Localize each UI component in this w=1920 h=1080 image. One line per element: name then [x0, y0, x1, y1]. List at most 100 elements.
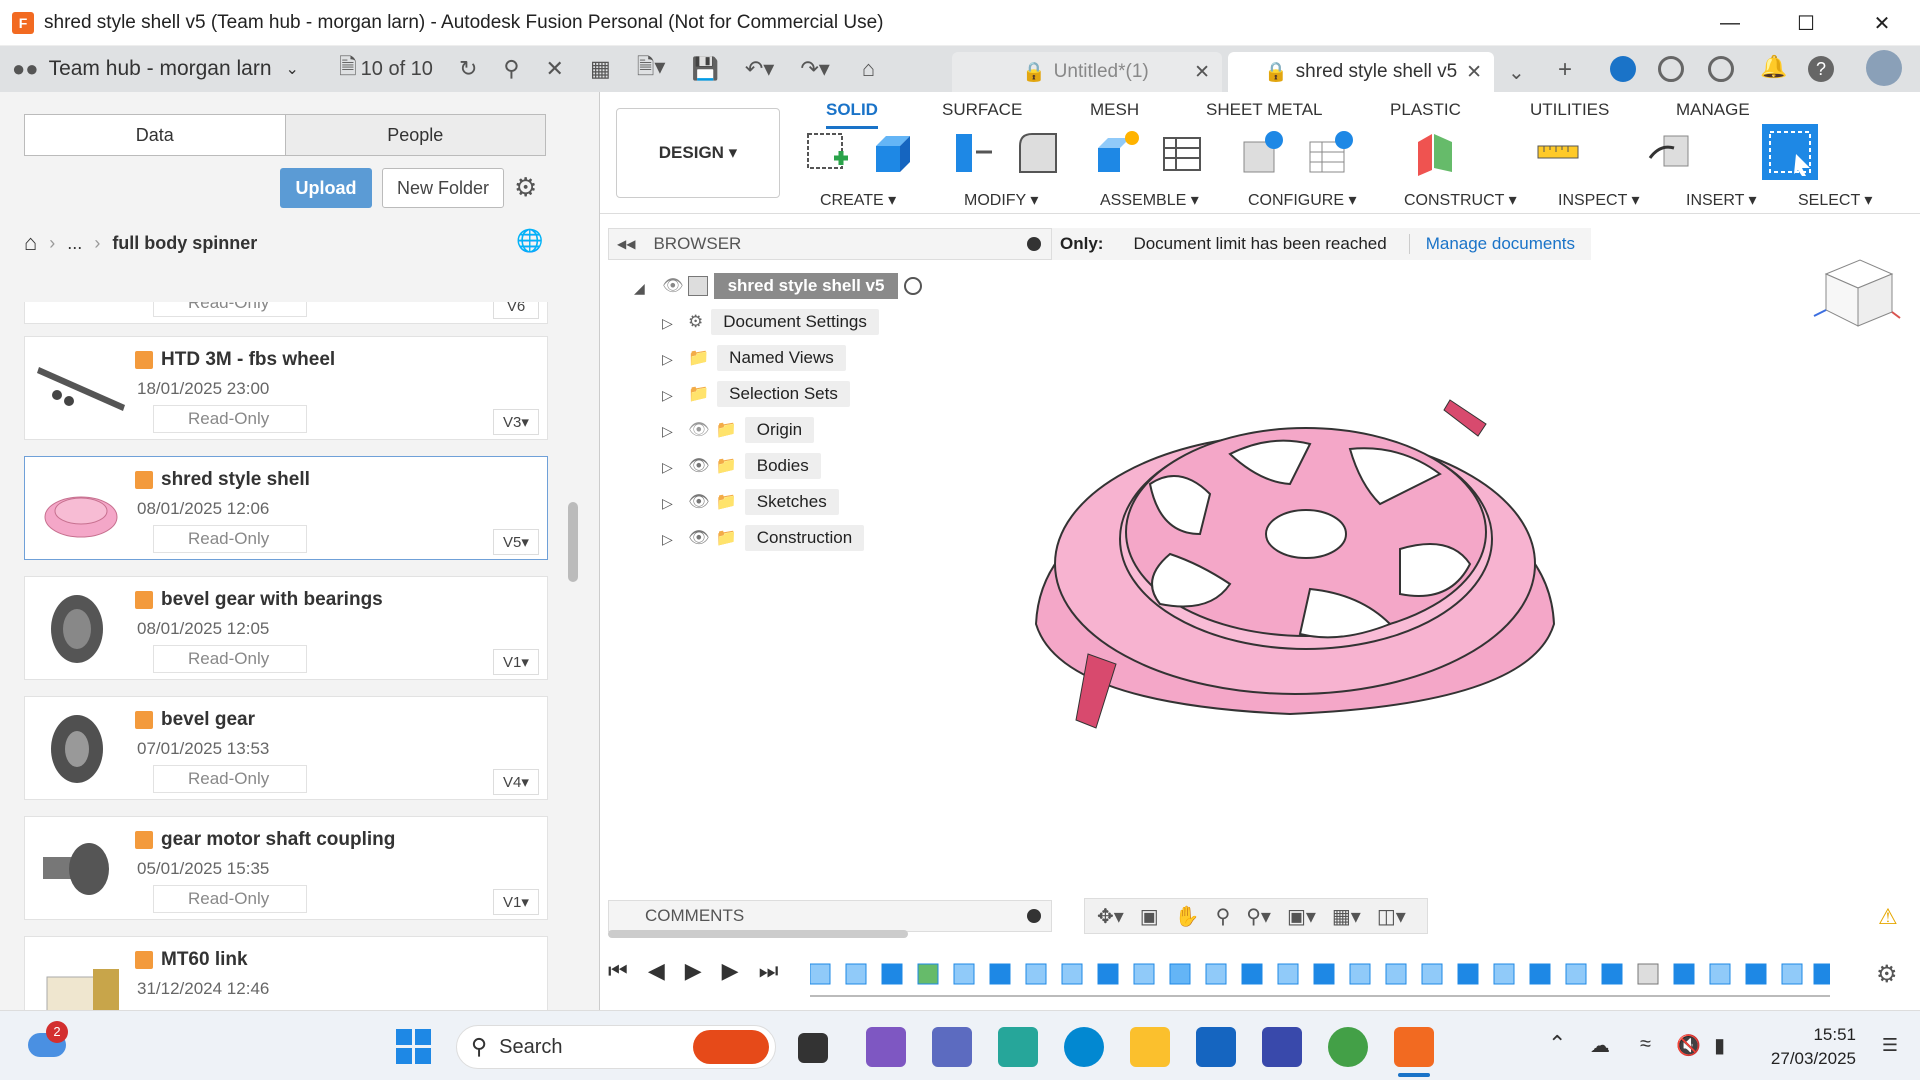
cloud-sync-icon[interactable]: ☁	[1590, 1033, 1610, 1058]
close-tab-icon[interactable]: ✕	[1466, 61, 1482, 84]
new-component-icon[interactable]	[1094, 128, 1142, 176]
help-icon[interactable]: ?	[1808, 56, 1834, 82]
version-dropdown[interactable]: V1 ▾	[493, 649, 539, 675]
tab-plastic[interactable]: PLASTIC	[1390, 100, 1461, 120]
tree-construction[interactable]: 👁 📁 Construction	[688, 524, 865, 552]
new-tab-icon[interactable]: +	[1558, 56, 1572, 84]
tree-selection-sets[interactable]: 📁 Selection Sets	[688, 380, 850, 408]
tab-overflow-icon[interactable]: ⌄	[1508, 60, 1525, 85]
file-menu-icon[interactable]: 🗎▾	[637, 50, 666, 88]
avatar[interactable]	[1866, 50, 1902, 86]
tab-utilities[interactable]: UTILITIES	[1530, 100, 1609, 120]
expand-arrow-icon[interactable]: ▷	[662, 459, 673, 476]
refresh-icon[interactable]: ↻	[459, 56, 477, 82]
volume-muted-icon[interactable]: 🔇	[1676, 1033, 1701, 1058]
maximize-icon[interactable]: ☐	[1768, 0, 1844, 46]
skip-end-icon[interactable]: ⏭	[759, 958, 779, 984]
store-icon[interactable]	[1262, 1027, 1302, 1067]
job-status-icon[interactable]	[1610, 56, 1636, 82]
file-name[interactable]: MT60 link	[135, 949, 248, 971]
fit-icon[interactable]: ⚲▾	[1246, 904, 1271, 929]
file-name[interactable]: shred style shell	[135, 469, 310, 491]
extensions-icon[interactable]	[1658, 56, 1684, 82]
list-item[interactable]: HTD 3M - fbs wheel 18/01/2025 23:00 Read…	[24, 336, 548, 440]
collapse-arrow-icon[interactable]: ◢	[634, 280, 645, 297]
configure-icon[interactable]	[1240, 128, 1288, 176]
home-icon[interactable]: ⌂	[24, 230, 37, 256]
wifi-icon[interactable]: ≈	[1640, 1033, 1651, 1056]
tab-mesh[interactable]: MESH	[1090, 100, 1139, 120]
insert-menu[interactable]: INSERT ▾	[1686, 190, 1757, 210]
expand-arrow-icon[interactable]: ▷	[662, 315, 673, 332]
activate-radio-icon[interactable]	[904, 277, 923, 295]
notification-bell-icon[interactable]: 🔔	[1760, 54, 1787, 80]
tab-shred-style-shell[interactable]: 🔒 shred style shell v5 ✕	[1228, 52, 1494, 92]
create-sketch-icon[interactable]	[804, 128, 852, 176]
press-pull-icon[interactable]	[950, 128, 998, 176]
tab-solid[interactable]: SOLID	[826, 100, 878, 129]
battery-icon[interactable]: ▮	[1714, 1033, 1725, 1058]
manage-documents-link[interactable]: Manage documents	[1410, 234, 1591, 254]
extrude-icon[interactable]	[870, 128, 918, 176]
skip-start-icon[interactable]: ⏮	[608, 958, 628, 984]
tab-manage[interactable]: MANAGE	[1676, 100, 1750, 120]
system-clock[interactable]: 15:51 27/03/2025	[1771, 1023, 1856, 1071]
upload-button[interactable]: Upload	[280, 168, 372, 208]
file-name[interactable]: bevel gear	[135, 709, 255, 731]
microsoft-365-icon[interactable]	[998, 1027, 1038, 1067]
expand-arrow-icon[interactable]: ▷	[662, 387, 673, 404]
gear-icon[interactable]: ⚙	[514, 172, 537, 203]
tab-people[interactable]: People	[284, 115, 545, 155]
tab-surface[interactable]: SURFACE	[942, 100, 1022, 120]
version-dropdown[interactable]: V1 ▾	[493, 889, 539, 915]
step-back-icon[interactable]: ◀	[648, 958, 665, 984]
timeline-scrollbar[interactable]	[608, 930, 908, 938]
tab-data[interactable]: Data	[25, 115, 285, 155]
home-icon[interactable]: ⌂	[862, 56, 875, 82]
search-icon[interactable]: ⚲	[503, 56, 519, 82]
version-dropdown[interactable]: V4 ▾	[493, 769, 539, 795]
grid-icon[interactable]: ▦▾	[1332, 904, 1361, 929]
file-name[interactable]: HTD 3M - fbs wheel	[135, 349, 335, 371]
add-comment-icon[interactable]	[1027, 909, 1041, 923]
list-item[interactable]: MT60 link 31/12/2024 12:46	[24, 936, 548, 1010]
minimize-icon[interactable]: —	[1692, 0, 1768, 46]
globe-icon[interactable]: 🌐	[516, 228, 543, 254]
joint-table-icon[interactable]	[1156, 128, 1204, 176]
file-name[interactable]: gear motor shaft coupling	[135, 829, 395, 851]
construct-plane-icon[interactable]	[1412, 128, 1460, 176]
scrollbar[interactable]	[568, 502, 578, 582]
version-dropdown[interactable]: V3 ▾	[493, 409, 539, 435]
timeline-settings-icon[interactable]: ⚙	[1876, 960, 1898, 989]
notification-center-icon[interactable]: ☰	[1882, 1035, 1898, 1056]
warning-icon[interactable]: ⚠	[1878, 904, 1898, 930]
eye-icon[interactable]: 👁	[688, 492, 710, 512]
step-forward-icon[interactable]: ▶	[722, 958, 739, 984]
zoom-icon[interactable]: ⚲	[1216, 904, 1231, 929]
tree-bodies[interactable]: 👁 📁 Bodies	[688, 452, 821, 480]
undo-icon[interactable]: ↶▾	[745, 56, 774, 82]
expand-arrow-icon[interactable]: ▷	[662, 423, 673, 440]
eye-hidden-icon[interactable]: 👁	[688, 420, 710, 440]
measure-icon[interactable]	[1534, 128, 1582, 176]
task-view-icon[interactable]	[798, 1033, 828, 1063]
select-icon[interactable]	[1762, 124, 1818, 180]
timeline-features[interactable]	[810, 960, 1830, 1000]
tree-origin[interactable]: 👁 📁 Origin	[688, 416, 815, 444]
minimize-panel-icon[interactable]	[1027, 237, 1041, 251]
list-item[interactable]: bevel gear 07/01/2025 13:53 Read-Only V4…	[24, 696, 548, 800]
eye-icon[interactable]: 👁	[662, 276, 684, 296]
configure-menu[interactable]: CONFIGURE ▾	[1248, 190, 1356, 210]
breadcrumb-ellipsis[interactable]: ...	[67, 233, 82, 254]
design-workspace-button[interactable]: DESIGN ▾	[616, 108, 780, 198]
view-cube[interactable]	[1806, 244, 1902, 340]
look-at-icon[interactable]: ▣	[1140, 904, 1159, 929]
copilot-icon[interactable]	[866, 1027, 906, 1067]
select-menu[interactable]: SELECT ▾	[1798, 190, 1872, 210]
list-item[interactable]: shred style shell 08/01/2025 12:06 Read-…	[24, 456, 548, 560]
modify-menu[interactable]: MODIFY ▾	[964, 190, 1038, 210]
outlook-icon[interactable]	[1196, 1027, 1236, 1067]
eye-icon[interactable]: 👁	[688, 456, 710, 476]
orbit-icon[interactable]: ✥▾	[1097, 904, 1124, 929]
comments-panel-header[interactable]: COMMENTS	[608, 900, 1052, 932]
